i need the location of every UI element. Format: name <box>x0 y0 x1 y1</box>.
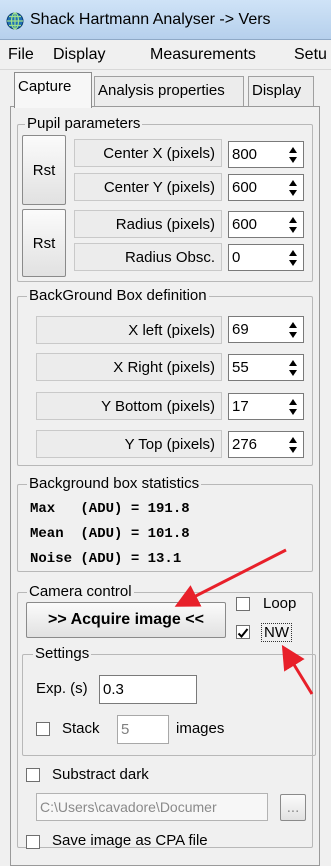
annotation-arrows <box>174 548 314 695</box>
tab-capture[interactable]: Capture <box>14 72 92 108</box>
arrow-to-acquire-icon <box>174 548 287 607</box>
arrow-to-nw-icon <box>281 644 314 695</box>
